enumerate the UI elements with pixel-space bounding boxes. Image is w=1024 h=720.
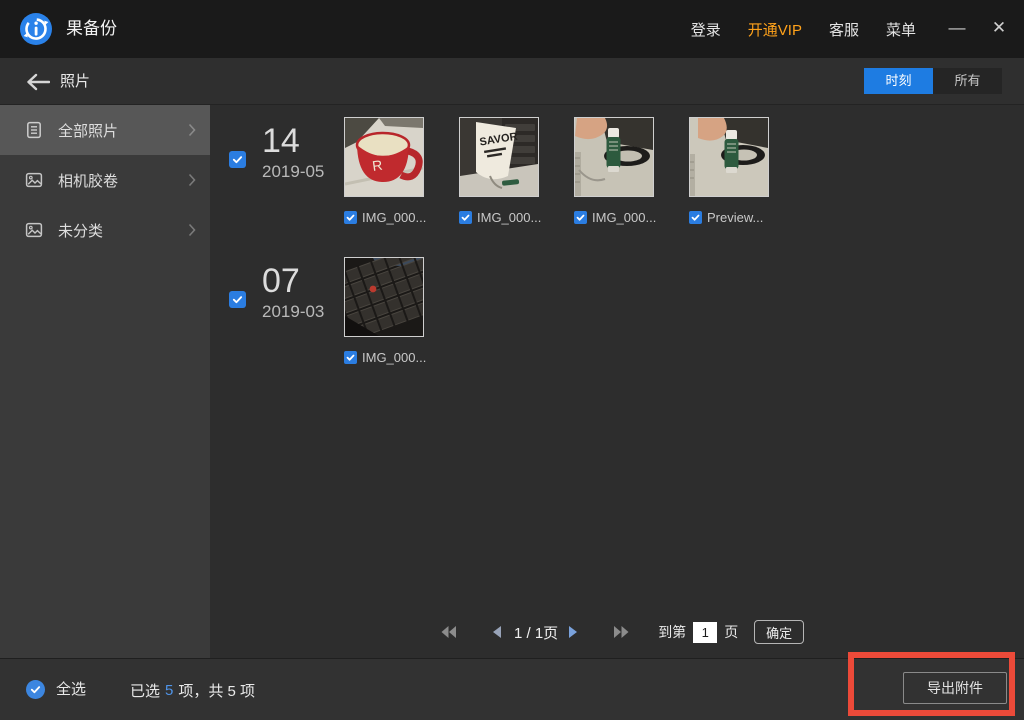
group-checkbox[interactable] <box>229 151 246 168</box>
photo-label-row: IMG_000... <box>344 350 424 365</box>
photo-filename: IMG_000... <box>477 210 541 225</box>
photo-label-row: IMG_000... <box>574 210 654 225</box>
photo-label-row: IMG_000... <box>459 210 539 225</box>
select-all-checkbox[interactable] <box>26 680 45 699</box>
check-icon <box>346 213 355 222</box>
view-toggle: 时刻 所有 <box>864 68 1002 94</box>
selection-suffix: 项，共 5 项 <box>178 680 255 701</box>
photo-item: IMG_000... <box>574 117 654 225</box>
photo-filename: IMG_000... <box>592 210 656 225</box>
toggle-all[interactable]: 所有 <box>933 68 1002 94</box>
photo-filename: IMG_000... <box>362 350 426 365</box>
photo-item: SAVOR IMG_000... <box>459 117 539 225</box>
photo-label-row: IMG_000... <box>344 210 424 225</box>
chevron-right-icon <box>188 123 196 137</box>
sidebar-item-all-photos[interactable]: 全部照片 <box>0 105 210 155</box>
check-icon <box>461 213 470 222</box>
photo-label-row: Preview... <box>689 210 769 225</box>
back-icon[interactable] <box>26 73 50 91</box>
first-page-icon[interactable] <box>440 625 457 639</box>
title-bar: 果备份 登录 开通VIP 客服 菜单 — ✕ <box>0 0 1024 58</box>
photo-filename: IMG_000... <box>362 210 426 225</box>
group-date: 2019-03 <box>262 302 324 322</box>
photo-checkbox[interactable] <box>459 211 472 224</box>
app-window: 果备份 登录 开通VIP 客服 菜单 — ✕ 照片 时刻 所有 全部 <box>0 0 1024 720</box>
photo-icon <box>24 170 44 190</box>
header-menu: 登录 开通VIP 客服 菜单 <box>691 0 916 58</box>
check-icon <box>232 154 243 165</box>
check-icon <box>346 353 355 362</box>
chevron-right-icon <box>188 223 196 237</box>
photo-checkbox[interactable] <box>689 211 702 224</box>
select-all-label[interactable]: 全选 <box>56 659 86 720</box>
sidebar-item-label: 未分类 <box>58 220 103 241</box>
minimize-button[interactable]: — <box>942 0 972 58</box>
check-icon <box>691 213 700 222</box>
check-icon <box>30 684 41 695</box>
toolbar: 照片 时刻 所有 <box>0 58 1024 105</box>
sidebar: 全部照片 相机胶卷 未分类 <box>0 105 210 658</box>
date-group: 14 2019-05 R IMG_000... <box>210 117 1024 257</box>
selection-summary: 已选 5 项，共 5 项 <box>130 659 255 720</box>
photo-thumbnail-glue-stick-preview[interactable] <box>689 117 769 197</box>
goto-page-suffix: 页 <box>724 622 738 642</box>
sidebar-item-label: 全部照片 <box>58 120 118 141</box>
photo-thumbnail-savor-mug[interactable]: SAVOR <box>459 117 539 197</box>
date-group: 07 2019-03 <box>210 257 1024 397</box>
photo-item: R IMG_000... <box>344 117 424 225</box>
last-page-icon[interactable] <box>613 625 630 639</box>
photo-filename: Preview... <box>707 210 763 225</box>
export-attachments-button[interactable]: 导出附件 <box>903 672 1007 704</box>
photo-thumbnail-red-mug[interactable]: R <box>344 117 424 197</box>
login-button[interactable]: 登录 <box>691 19 721 40</box>
photo-checkbox[interactable] <box>574 211 587 224</box>
confirm-page-button[interactable]: 确定 <box>754 620 804 644</box>
goto-page-label: 到第 <box>658 622 686 642</box>
selection-prefix: 已选 <box>130 680 160 701</box>
photo-icon <box>24 220 44 240</box>
app-logo-icon <box>20 13 52 45</box>
chevron-right-icon <box>188 173 196 187</box>
photo-item: IMG_000... <box>344 257 424 365</box>
sidebar-item-label: 相机胶卷 <box>58 170 118 191</box>
photo-thumbnail-glue-stick[interactable] <box>574 117 654 197</box>
next-page-icon[interactable] <box>568 625 579 639</box>
group-checkbox[interactable] <box>229 291 246 308</box>
support-button[interactable]: 客服 <box>829 19 859 40</box>
vip-button[interactable]: 开通VIP <box>748 19 802 40</box>
pagination: 1 / 1页 到第 页 确定 <box>440 618 804 646</box>
menu-button[interactable]: 菜单 <box>886 19 916 40</box>
page-indicator: 1 / 1页 <box>514 622 558 643</box>
photo-checkbox[interactable] <box>344 211 357 224</box>
sidebar-item-camera-roll[interactable]: 相机胶卷 <box>0 155 210 205</box>
group-date: 2019-05 <box>262 162 324 182</box>
page-title: 照片 <box>60 58 90 105</box>
app-title: 果备份 <box>66 0 117 58</box>
group-day: 07 <box>262 262 300 301</box>
close-button[interactable]: ✕ <box>984 0 1014 58</box>
footer-bar: 全选 已选 5 项，共 5 项 导出附件 <box>0 658 1024 720</box>
photo-item: Preview... <box>689 117 769 225</box>
previous-page-icon[interactable] <box>491 625 502 639</box>
page-number-input[interactable] <box>693 622 717 643</box>
check-icon <box>576 213 585 222</box>
document-list-icon <box>24 120 44 140</box>
toggle-moments[interactable]: 时刻 <box>864 68 933 94</box>
check-icon <box>232 294 243 305</box>
photo-checkbox[interactable] <box>344 351 357 364</box>
group-day: 14 <box>262 122 300 161</box>
sidebar-item-uncategorized[interactable]: 未分类 <box>0 205 210 255</box>
selection-count: 5 <box>165 682 173 699</box>
photo-thumbnail-keyboard[interactable] <box>344 257 424 337</box>
